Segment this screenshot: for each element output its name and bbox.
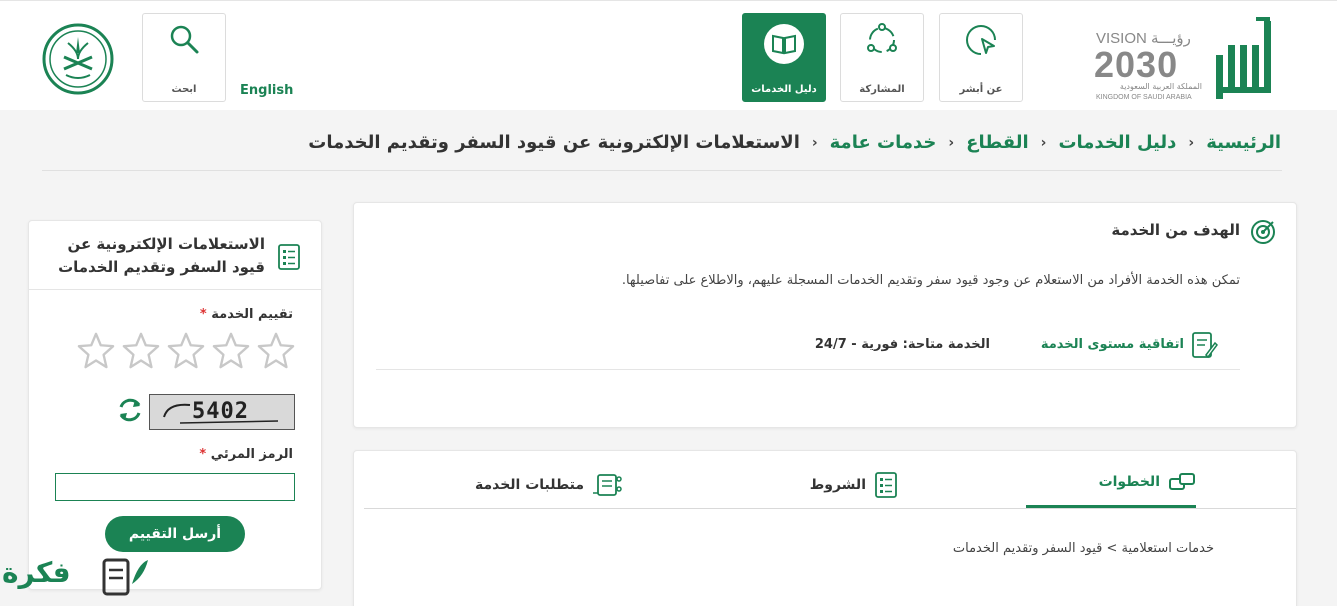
star-icon[interactable] xyxy=(77,331,115,369)
chevron-left-icon: ‹ xyxy=(1040,134,1047,151)
nav-participation-label: المشاركة xyxy=(859,84,905,95)
submit-rating-button[interactable]: أرسل التقييم xyxy=(105,516,245,552)
divider xyxy=(376,369,1240,370)
breadcrumb: الرئيسية ‹ دليل الخدمات ‹ القطاع ‹ خدمات… xyxy=(308,132,1281,153)
rating-label-text: تقييم الخدمة xyxy=(211,307,293,322)
nav-about-label: عن أبشر xyxy=(959,84,1003,95)
rating-card-title: الاستعلامات الإلكترونية عن قيود السفر وت… xyxy=(58,235,265,276)
watermark-text: فكرة xyxy=(2,556,71,589)
tab-conditions[interactable]: الشروط xyxy=(810,471,898,499)
participation-icon xyxy=(867,23,897,53)
steps-icon xyxy=(1169,473,1195,490)
nav-search-label: ابحث xyxy=(171,84,197,95)
checklist-icon xyxy=(277,243,301,275)
target-icon xyxy=(1250,219,1276,249)
divider xyxy=(364,508,1296,509)
star-rating xyxy=(77,331,295,369)
star-icon[interactable] xyxy=(212,331,250,369)
requirements-icon xyxy=(593,474,622,496)
star-icon[interactable] xyxy=(167,331,205,369)
nav-search[interactable]: ابحث xyxy=(142,13,226,102)
rating-card: الاستعلامات الإلكترونية عن قيود السفر وت… xyxy=(28,220,322,590)
tab-requirements-label: متطلبات الخدمة xyxy=(474,477,584,493)
vision-year: 2030 xyxy=(1094,44,1178,85)
watermark: فكرة xyxy=(0,552,152,606)
rating-label: تقييم الخدمة * xyxy=(200,307,293,322)
nav-services-guide-label: دليل الخدمات xyxy=(751,84,817,95)
captcha-code-label-text: الرمز المرئي xyxy=(210,447,293,462)
vision-kingdom-ar: المملكة العربية السعودية xyxy=(1120,82,1202,91)
captcha-image: 5402 xyxy=(149,394,295,430)
star-icon[interactable] xyxy=(122,331,160,369)
document-edit-icon xyxy=(1190,331,1218,365)
tab-requirements[interactable]: متطلبات الخدمة xyxy=(475,471,624,499)
tab-steps-label: الخطوات xyxy=(1098,474,1160,490)
tab-conditions-label: الشروط xyxy=(809,477,866,493)
service-goal-title: الهدف من الخدمة xyxy=(1111,221,1240,239)
breadcrumb-general-services[interactable]: خدمات عامة xyxy=(830,132,937,153)
service-goal-description: تمكن هذه الخدمة الأفراد من الاستعلام عن … xyxy=(621,273,1240,288)
cursor-icon xyxy=(966,25,996,55)
service-tabs-card: الخطوات الشروط متطلبات الخدمة خدمات استع… xyxy=(353,450,1297,606)
absher-logo xyxy=(1212,15,1278,101)
vision-2030-logo: VISION رؤيـــة 2030 المملكة العربية السع… xyxy=(1094,23,1206,101)
captcha-input[interactable] xyxy=(55,473,295,501)
chevron-left-icon: ‹ xyxy=(811,134,818,151)
sla-link[interactable]: اتفاقية مستوى الخدمة xyxy=(1041,337,1184,352)
tab-steps[interactable]: الخطوات xyxy=(1099,471,1196,493)
language-link[interactable]: English xyxy=(240,83,293,98)
captcha-code-label: الرمز المرئي * xyxy=(199,447,293,462)
divider xyxy=(29,289,321,290)
nav-services-guide[interactable]: دليل الخدمات xyxy=(742,13,826,102)
breadcrumb-sector[interactable]: القطاع xyxy=(966,132,1028,153)
book-icon xyxy=(764,24,804,64)
checklist-icon xyxy=(875,472,897,498)
captcha-text: 5402 xyxy=(192,399,249,424)
service-goal-card: الهدف من الخدمة تمكن هذه الخدمة الأفراد … xyxy=(353,202,1297,428)
required-mark: * xyxy=(199,447,207,462)
search-icon xyxy=(170,25,199,54)
divider xyxy=(42,170,1282,171)
site-header: ابحث English دليل الخدمات المشاركة عن أب… xyxy=(0,0,1337,110)
vision-kingdom-en: KINGDOM OF SAUDI ARABIA xyxy=(1096,94,1192,101)
saudi-emblem-icon xyxy=(42,23,114,95)
breadcrumb-current: الاستعلامات الإلكترونية عن قيود السفر وت… xyxy=(308,132,800,153)
watermark-logo-icon xyxy=(102,558,148,596)
required-mark: * xyxy=(199,307,207,322)
nav-participation[interactable]: المشاركة xyxy=(840,13,924,102)
breadcrumb-services-guide[interactable]: دليل الخدمات xyxy=(1058,132,1176,153)
chevron-left-icon: ‹ xyxy=(1188,134,1195,151)
chevron-left-icon: ‹ xyxy=(948,134,955,151)
nav-about[interactable]: عن أبشر xyxy=(939,13,1023,102)
star-icon[interactable] xyxy=(257,331,295,369)
breadcrumb-home[interactable]: الرئيسية xyxy=(1206,132,1281,153)
refresh-captcha-icon[interactable] xyxy=(115,395,145,429)
steps-content: خدمات استعلامية > قيود السفر وتقديم الخد… xyxy=(952,541,1214,556)
service-availability: الخدمة متاحة: فورية - 24/7 xyxy=(814,337,990,352)
